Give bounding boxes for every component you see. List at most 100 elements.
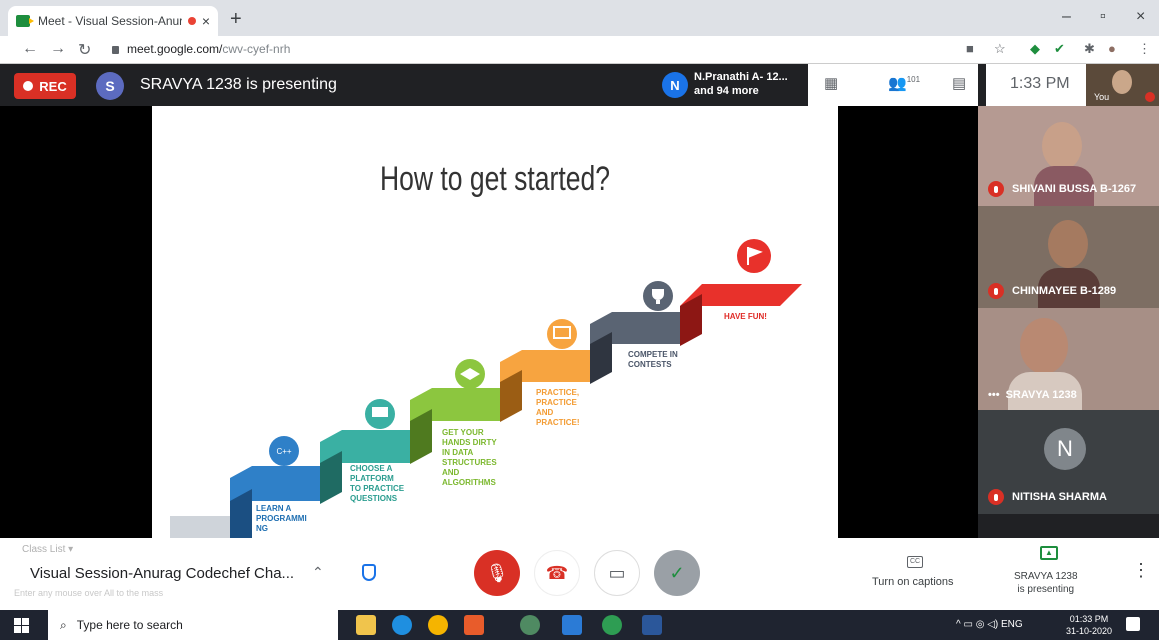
search-placeholder: Type here to search xyxy=(76,618,183,632)
step-5-caption: COMPETE IN CONTESTS xyxy=(628,350,678,369)
meet-favicon-icon xyxy=(16,15,34,27)
camera-permission-icon[interactable]: ■ xyxy=(966,41,974,56)
taskbar-search[interactable]: ⌕ Type here to search xyxy=(48,610,338,640)
ghost-hint-text: Enter any mouse over All to the mass xyxy=(14,588,164,598)
present-screen-icon[interactable]: ▲ xyxy=(1040,546,1058,560)
step-3-caption: GET YOUR HANDS DIRTY IN DATA STRUCTURES AND A… xyxy=(442,428,497,487)
address-bar: ← → ↻ meet.google.com/cwv-cyef-nrh ■ ☆ ◆… xyxy=(0,36,1159,64)
tab-close-icon[interactable]: × xyxy=(202,13,210,29)
step-4-caption: PRACTICE, PRACTICE AND PRACTICE! xyxy=(536,388,580,427)
leave-call-button[interactable]: ☎ xyxy=(534,550,580,596)
participant-name-label: NITISHA SHARMA xyxy=(988,489,1107,505)
meeting-name[interactable]: Visual Session-Anurag Codechef Cha... xyxy=(30,565,294,582)
participant-tile[interactable]: SHIVANI BUSSA B-1267 xyxy=(978,106,1159,206)
self-muted-icon xyxy=(1145,92,1155,102)
step-6-riser xyxy=(680,294,702,346)
maximize-button[interactable]: ▫ xyxy=(1100,8,1106,26)
tab-title: Meet - Visual Session-Anura xyxy=(38,14,182,28)
chevron-up-icon[interactable]: ⌃ xyxy=(312,564,324,581)
browser-menu-icon[interactable]: ⋮ xyxy=(1138,41,1151,57)
checkmark-button[interactable]: ✓ xyxy=(654,550,700,596)
url-domain: meet.google.com/ xyxy=(127,42,223,56)
system-clock[interactable]: 01:33 PM 31-10-2020 xyxy=(1066,613,1112,637)
captions-label[interactable]: Turn on captions xyxy=(872,576,954,588)
presenter-avatar: S xyxy=(96,72,124,100)
meet-top-actions: ▦ 👥101 ▤ xyxy=(808,64,978,106)
checkmark-extension-icon[interactable]: ✔ xyxy=(1054,41,1065,57)
video-camera-icon: ▭ xyxy=(608,562,626,583)
search-icon: ⌕ xyxy=(60,617,67,632)
more-options-icon[interactable]: ⋮ xyxy=(1132,560,1150,581)
chat-icon[interactable]: ▤ xyxy=(952,74,966,92)
participant-tile[interactable]: N NITISHA SHARMA xyxy=(978,410,1159,514)
participant-face xyxy=(1020,318,1068,374)
microphone-toggle-button[interactable]: 🎙 xyxy=(474,550,520,596)
meet-app-icon[interactable] xyxy=(602,615,622,635)
flag-icon xyxy=(737,239,771,273)
step-6-caption: HAVE FUN! xyxy=(724,312,767,321)
camera-toggle-button[interactable]: ▭ xyxy=(594,550,640,596)
forward-arrow-icon[interactable]: → xyxy=(50,40,66,58)
meeting-clock: 1:33 PM xyxy=(986,64,1086,106)
lock-icon xyxy=(112,46,119,54)
browser-tab[interactable]: Meet - Visual Session-Anura × xyxy=(8,6,218,36)
presentation-slide: How to get started? C++ LEARN A PROGRAMM… xyxy=(152,106,838,538)
puzzle-extensions-icon[interactable]: ✱ xyxy=(1084,41,1095,57)
muted-mic-icon xyxy=(988,489,1004,505)
people-icon[interactable]: 👥101 xyxy=(888,74,920,92)
presenting-status: SRAVYA 1238 is presenting xyxy=(140,76,337,93)
windows-start-icon[interactable] xyxy=(8,616,34,634)
step-1-caption: LEARN A PROGRAMMI NG xyxy=(256,504,307,533)
self-face xyxy=(1112,70,1132,94)
chrome-profile-icon[interactable] xyxy=(520,615,540,635)
rec-label: REC xyxy=(39,78,67,94)
url-path: cwv-cyef-nrh xyxy=(222,42,291,56)
bookmark-star-icon[interactable]: ☆ xyxy=(994,41,1006,57)
reload-icon[interactable]: ↻ xyxy=(78,40,91,60)
staircase-base xyxy=(170,516,230,538)
extension-icon[interactable]: ◆ xyxy=(1030,41,1040,57)
muted-mic-icon xyxy=(988,181,1004,197)
presenting-label[interactable]: SRAVYA 1238 is presenting xyxy=(1014,570,1078,596)
people-count: 101 xyxy=(906,75,921,84)
participant-face xyxy=(1042,122,1082,170)
back-arrow-icon[interactable]: ← xyxy=(22,40,38,58)
record-dot-icon xyxy=(23,81,34,91)
url-field[interactable]: meet.google.com/cwv-cyef-nrh xyxy=(112,42,290,56)
check-icon: ✓ xyxy=(669,562,685,583)
participant-summary[interactable]: N.Pranathi A- 12... and 94 more xyxy=(694,70,788,98)
mic-off-icon: 🎙 xyxy=(485,562,509,583)
participant-initial-avatar: N xyxy=(1044,428,1086,470)
profile-avatar-icon[interactable]: ● xyxy=(1108,41,1116,56)
shield-icon[interactable] xyxy=(362,564,376,581)
edge-browser-icon[interactable] xyxy=(392,615,412,635)
more-options-icon[interactable]: ••• xyxy=(988,389,1000,401)
notification-icon[interactable] xyxy=(1126,617,1140,631)
close-window-button[interactable]: × xyxy=(1136,8,1145,26)
minimize-button[interactable]: – xyxy=(1062,8,1071,26)
system-tray[interactable]: ^ ▭ ◎ ◁) ENG xyxy=(956,619,1023,630)
participant-tile[interactable]: ••• SRAVYA 1238 xyxy=(978,308,1159,410)
screen-icon xyxy=(547,319,577,349)
participant-avatar: N xyxy=(662,72,688,98)
file-explorer-icon[interactable] xyxy=(356,615,376,635)
participant-name: N.Pranathi A- 12... xyxy=(694,71,788,83)
new-tab-button[interactable]: + xyxy=(230,8,242,31)
participant-name-label: ••• SRAVYA 1238 xyxy=(988,389,1077,401)
participant-more: and 94 more xyxy=(694,85,759,97)
app-icon[interactable] xyxy=(464,615,484,635)
cpp-icon-text: C++ xyxy=(276,447,291,456)
mail-icon[interactable] xyxy=(562,615,582,635)
windows-taskbar: ⌕ Type here to search ^ ▭ ◎ ◁) ENG 01:33 … xyxy=(0,610,1159,640)
self-label: You xyxy=(1094,92,1110,102)
chrome-icon[interactable] xyxy=(428,615,448,635)
browser-tab-bar: Meet - Visual Session-Anura × + – ▫ × xyxy=(0,0,1159,36)
participant-name-label: CHINMAYEE B-1289 xyxy=(988,283,1116,299)
captions-icon[interactable]: CC xyxy=(907,556,923,568)
recording-badge: REC xyxy=(14,73,76,99)
word-icon[interactable] xyxy=(642,615,662,635)
recording-indicator-icon xyxy=(187,17,196,25)
layout-grid-icon[interactable]: ▦ xyxy=(824,74,838,92)
participant-tile[interactable]: CHINMAYEE B-1289 xyxy=(978,206,1159,308)
panel-filler xyxy=(978,514,1159,538)
